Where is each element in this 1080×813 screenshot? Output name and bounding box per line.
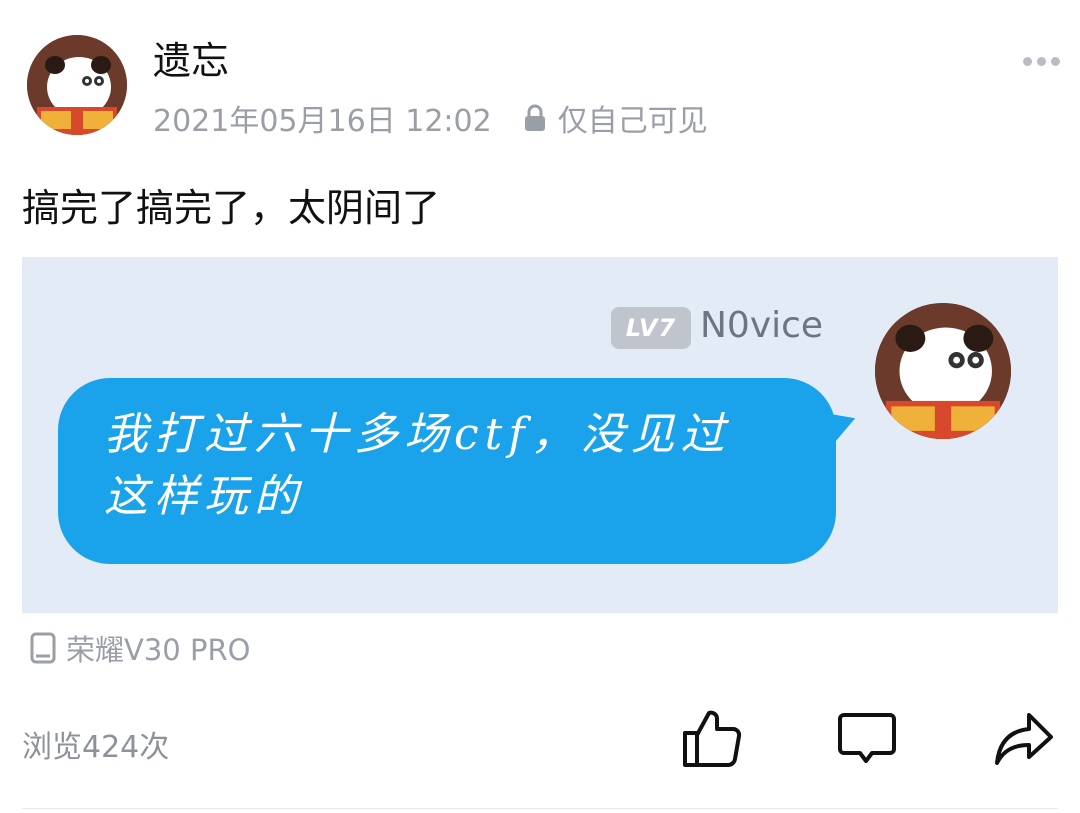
share-icon: [995, 713, 1053, 765]
device-label: 荣耀V30 PRO: [66, 633, 251, 667]
chat-nickname: N0vice: [700, 305, 824, 346]
view-count: 浏览424次: [22, 730, 170, 765]
comment-icon: [838, 713, 896, 763]
post-card: 遗忘 2021年05月16日 12:02 仅自己可见 搞完了搞完了，太阴间了 L…: [0, 0, 1080, 813]
lock-icon: [524, 104, 545, 131]
level-badge: LV7: [611, 307, 691, 349]
comment-button[interactable]: [835, 706, 899, 770]
chat-message-line-2: 这样玩的: [104, 471, 304, 522]
visibility-label: 仅自己可见: [557, 104, 708, 139]
post-timestamp: 2021年05月16日 12:02: [153, 104, 492, 139]
thumbs-up-icon: [683, 710, 742, 768]
post-meta: 2021年05月16日 12:02 仅自己可见: [153, 98, 708, 139]
divider: [22, 808, 1058, 809]
phone-icon: [30, 632, 56, 664]
username[interactable]: 遗忘: [153, 38, 229, 84]
chat-avatar: [875, 303, 1011, 439]
share-button[interactable]: [992, 706, 1056, 770]
device-info: 荣耀V30 PRO: [30, 630, 251, 667]
like-button[interactable]: [680, 706, 744, 770]
avatar[interactable]: [27, 35, 127, 135]
chat-message-line-1: 我打过六十多场ctf，没见过: [104, 409, 731, 460]
more-dots-icon[interactable]: [1023, 57, 1060, 66]
post-text: 搞完了搞完了，太阴间了: [22, 186, 441, 230]
post-image[interactable]: LV7 N0vice 我打过六十多场ctf，没见过 这样玩的: [22, 257, 1058, 613]
chat-bubble: 我打过六十多场ctf，没见过 这样玩的: [58, 378, 836, 564]
